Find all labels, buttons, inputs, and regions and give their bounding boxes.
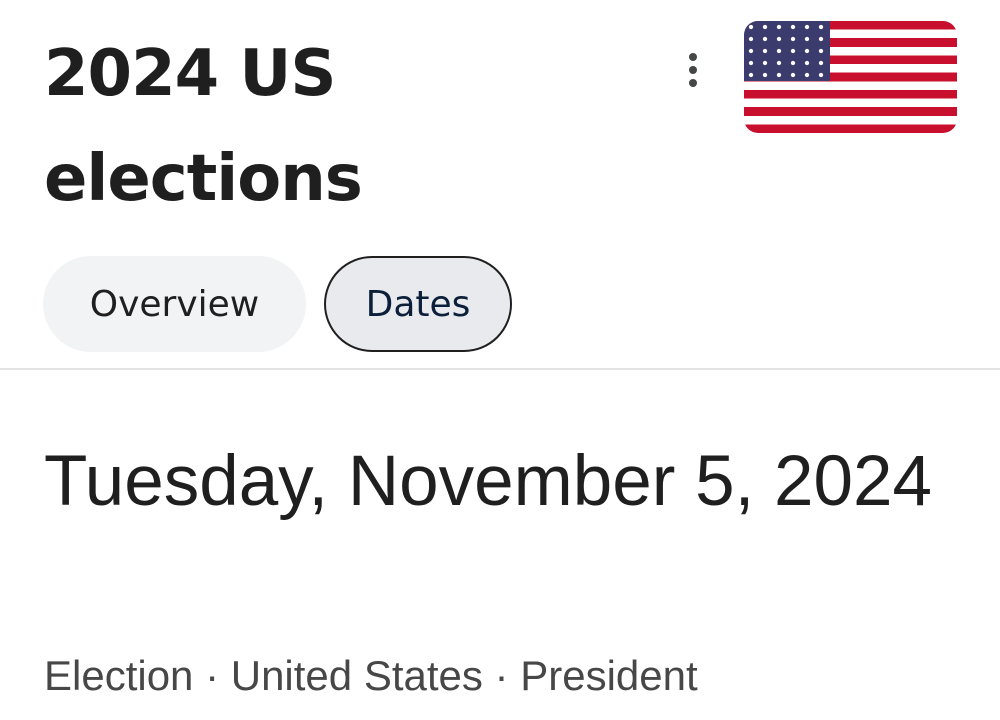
us-flag-icon xyxy=(744,21,957,133)
tab-overview[interactable]: Overview xyxy=(43,256,306,352)
tab-dates[interactable]: Dates xyxy=(324,256,512,352)
divider xyxy=(0,368,1000,370)
page-title: 2024 US elections xyxy=(44,37,363,216)
election-date: Tuesday, November 5, 2024 xyxy=(44,442,932,521)
more-vert-icon xyxy=(689,53,697,61)
election-details: Election · United States · President xyxy=(44,652,698,699)
more-vert-icon-dot xyxy=(689,66,697,74)
tab-bar: Overview Dates xyxy=(43,256,512,352)
more-options-button[interactable] xyxy=(672,46,714,94)
flag-canton xyxy=(744,21,830,82)
more-vert-icon-dot xyxy=(689,79,697,87)
